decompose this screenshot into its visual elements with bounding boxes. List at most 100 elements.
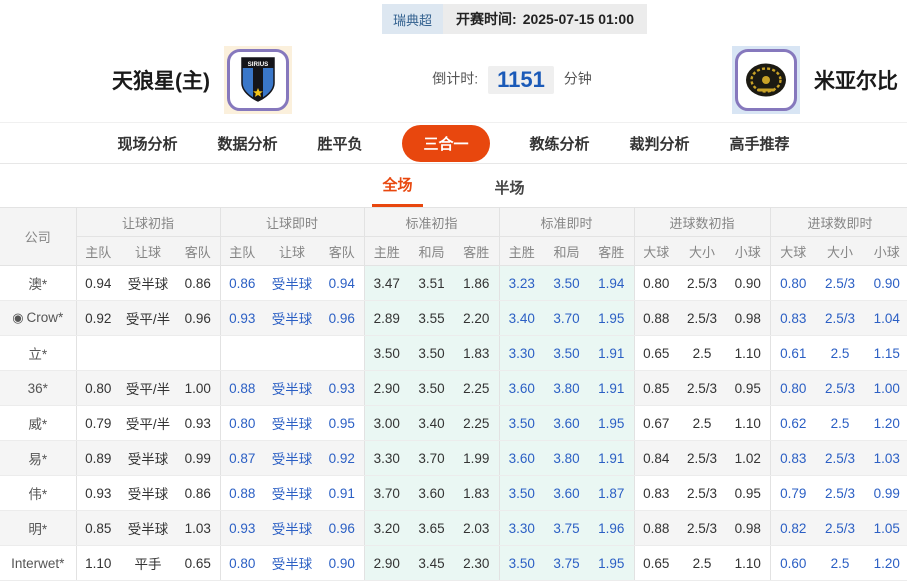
odds-cell[interactable]: 0.80 (220, 546, 264, 581)
odds-cell[interactable]: 0.80 (770, 371, 816, 406)
odds-cell[interactable]: 受半球 (264, 546, 320, 581)
odds-cell[interactable]: 0.80 (770, 266, 816, 301)
odds-cell[interactable]: 3.60 (544, 406, 589, 441)
odds-cell[interactable]: 1.20 (864, 546, 907, 581)
odds-cell[interactable]: 1.05 (864, 511, 907, 546)
odds-cell[interactable]: 0.87 (220, 441, 264, 476)
odds-cell[interactable]: 1.95 (589, 406, 634, 441)
odds-cell: 受平/半 (120, 406, 176, 441)
table-row: 明*0.85受半球1.030.93受半球0.963.203.652.033.30… (0, 511, 907, 546)
odds-cell[interactable]: 1.87 (589, 476, 634, 511)
odds-cell[interactable]: 1.91 (589, 441, 634, 476)
odds-cell[interactable]: 0.60 (770, 546, 816, 581)
odds-cell[interactable]: 3.50 (499, 476, 544, 511)
odds-cell[interactable]: 0.80 (220, 406, 264, 441)
odds-cell[interactable]: 受半球 (264, 441, 320, 476)
odds-cell[interactable]: 1.95 (589, 301, 634, 336)
odds-cell[interactable]: 0.90 (864, 266, 907, 301)
odds-cell[interactable] (220, 336, 264, 371)
odds-cell[interactable] (320, 336, 364, 371)
nav-tab-2[interactable]: 胜平负 (317, 133, 362, 154)
away-team-logo (732, 46, 800, 114)
odds-cell[interactable]: 3.30 (499, 511, 544, 546)
odds-cell[interactable]: 2.5/3 (816, 441, 864, 476)
odds-cell: 0.95 (726, 371, 770, 406)
odds-cell[interactable]: 3.80 (544, 441, 589, 476)
odds-cell[interactable]: 3.23 (499, 266, 544, 301)
odds-cell[interactable]: 2.5/3 (816, 476, 864, 511)
nav-tab-1[interactable]: 数据分析 (217, 133, 277, 154)
odds-cell[interactable]: 0.86 (220, 266, 264, 301)
odds-cell[interactable]: 1.20 (864, 406, 907, 441)
sub-header-4-1: 大小 (678, 237, 726, 266)
odds-cell[interactable]: 1.91 (589, 336, 634, 371)
odds-cell[interactable]: 受半球 (264, 476, 320, 511)
odds-cell[interactable]: 0.92 (320, 441, 364, 476)
odds-cell[interactable]: 2.5 (816, 406, 864, 441)
sub-tab-0[interactable]: 全场 (372, 164, 422, 207)
odds-cell[interactable]: 受半球 (264, 511, 320, 546)
nav-tab-4[interactable]: 教练分析 (530, 133, 590, 154)
odds-cell[interactable]: 0.82 (770, 511, 816, 546)
odds-cell[interactable]: 3.70 (544, 301, 589, 336)
odds-cell[interactable]: 2.5/3 (816, 266, 864, 301)
company-cell: 明* (0, 511, 76, 546)
odds-cell: 受半球 (120, 476, 176, 511)
odds-cell[interactable]: 受半球 (264, 301, 320, 336)
odds-cell[interactable]: 受半球 (264, 406, 320, 441)
odds-cell[interactable]: 0.96 (320, 511, 364, 546)
odds-cell[interactable]: 0.90 (320, 546, 364, 581)
odds-cell[interactable]: 1.00 (864, 371, 907, 406)
odds-cell[interactable]: 3.75 (544, 511, 589, 546)
odds-cell[interactable]: 3.50 (544, 336, 589, 371)
odds-cell[interactable]: 3.50 (499, 406, 544, 441)
odds-cell[interactable]: 2.5 (816, 546, 864, 581)
odds-cell[interactable]: 3.60 (499, 441, 544, 476)
odds-cell[interactable]: 0.79 (770, 476, 816, 511)
nav-tab-5[interactable]: 裁判分析 (630, 133, 690, 154)
odds-cell[interactable]: 0.93 (220, 511, 264, 546)
odds-cell[interactable]: 3.50 (544, 266, 589, 301)
odds-cell: 0.98 (726, 301, 770, 336)
odds-cell[interactable]: 1.15 (864, 336, 907, 371)
odds-cell[interactable]: 2.5/3 (816, 301, 864, 336)
odds-cell[interactable]: 1.03 (864, 441, 907, 476)
odds-cell[interactable]: 2.5/3 (816, 511, 864, 546)
sub-header-1-1: 让球 (264, 237, 320, 266)
odds-cell[interactable]: 1.91 (589, 371, 634, 406)
nav-tab-0[interactable]: 现场分析 (117, 133, 177, 154)
odds-cell[interactable]: 3.60 (499, 371, 544, 406)
odds-cell[interactable]: 1.94 (589, 266, 634, 301)
nav-tab-6[interactable]: 高手推荐 (730, 133, 790, 154)
odds-cell[interactable]: 0.93 (320, 371, 364, 406)
odds-cell[interactable]: 3.75 (544, 546, 589, 581)
odds-cell[interactable]: 1.04 (864, 301, 907, 336)
odds-cell[interactable] (264, 336, 320, 371)
odds-cell[interactable]: 1.96 (589, 511, 634, 546)
odds-cell[interactable]: 0.88 (220, 371, 264, 406)
sub-tab-1[interactable]: 半场 (485, 167, 535, 207)
odds-cell[interactable]: 0.88 (220, 476, 264, 511)
odds-cell[interactable]: 3.30 (499, 336, 544, 371)
odds-cell[interactable]: 0.93 (220, 301, 264, 336)
odds-cell[interactable]: 1.95 (589, 546, 634, 581)
odds-cell[interactable]: 0.94 (320, 266, 364, 301)
odds-cell[interactable]: 0.61 (770, 336, 816, 371)
odds-cell[interactable]: 0.96 (320, 301, 364, 336)
odds-cell[interactable]: 0.95 (320, 406, 364, 441)
odds-cell[interactable]: 0.99 (864, 476, 907, 511)
odds-cell[interactable]: 0.83 (770, 441, 816, 476)
odds-cell[interactable]: 3.40 (499, 301, 544, 336)
odds-cell[interactable]: 2.5/3 (816, 371, 864, 406)
odds-cell[interactable]: 3.60 (544, 476, 589, 511)
odds-cell[interactable]: 受半球 (264, 371, 320, 406)
odds-cell[interactable]: 3.80 (544, 371, 589, 406)
odds-cell[interactable]: 2.5 (816, 336, 864, 371)
odds-cell[interactable]: 3.50 (499, 546, 544, 581)
nav-tab-3[interactable]: 三合一 (402, 125, 489, 162)
odds-cell[interactable]: 受半球 (264, 266, 320, 301)
odds-cell[interactable]: 0.62 (770, 406, 816, 441)
odds-cell[interactable]: 0.91 (320, 476, 364, 511)
odds-cell[interactable]: 0.83 (770, 301, 816, 336)
odds-cell: 3.45 (409, 546, 454, 581)
